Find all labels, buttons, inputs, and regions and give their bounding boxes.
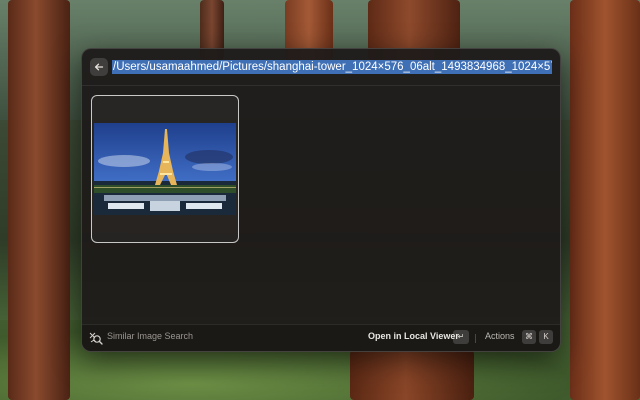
similar-image-icon — [89, 332, 103, 345]
tree-trunk — [350, 350, 474, 400]
enter-key-icon: ↵ — [453, 330, 469, 344]
action-bar: Similar Image Search Open in Local Viewe… — [82, 324, 560, 351]
actions-button[interactable]: Actions — [485, 331, 515, 341]
path-text: /Users/usamaahmed/Pictures/shanghai-towe… — [112, 60, 552, 74]
k-key-icon: K — [539, 330, 553, 344]
eiffel-tower-image — [94, 123, 236, 215]
path-input[interactable]: /Users/usamaahmed/Pictures/shanghai-towe… — [112, 58, 552, 76]
image-result-item[interactable] — [91, 95, 239, 243]
tree-trunk — [8, 0, 70, 400]
search-bar: /Users/usamaahmed/Pictures/shanghai-towe… — [82, 49, 560, 86]
open-in-local-viewer-button[interactable]: Open in Local Viewer — [368, 331, 459, 341]
arrow-left-icon — [94, 63, 104, 71]
footer-divider — [475, 334, 476, 343]
similar-image-search-label: Similar Image Search — [107, 331, 194, 341]
tree-trunk — [570, 0, 640, 400]
command-key-icon: ⌘ — [522, 330, 536, 344]
back-button[interactable] — [90, 58, 108, 76]
launcher-window: /Users/usamaahmed/Pictures/shanghai-towe… — [81, 48, 561, 352]
